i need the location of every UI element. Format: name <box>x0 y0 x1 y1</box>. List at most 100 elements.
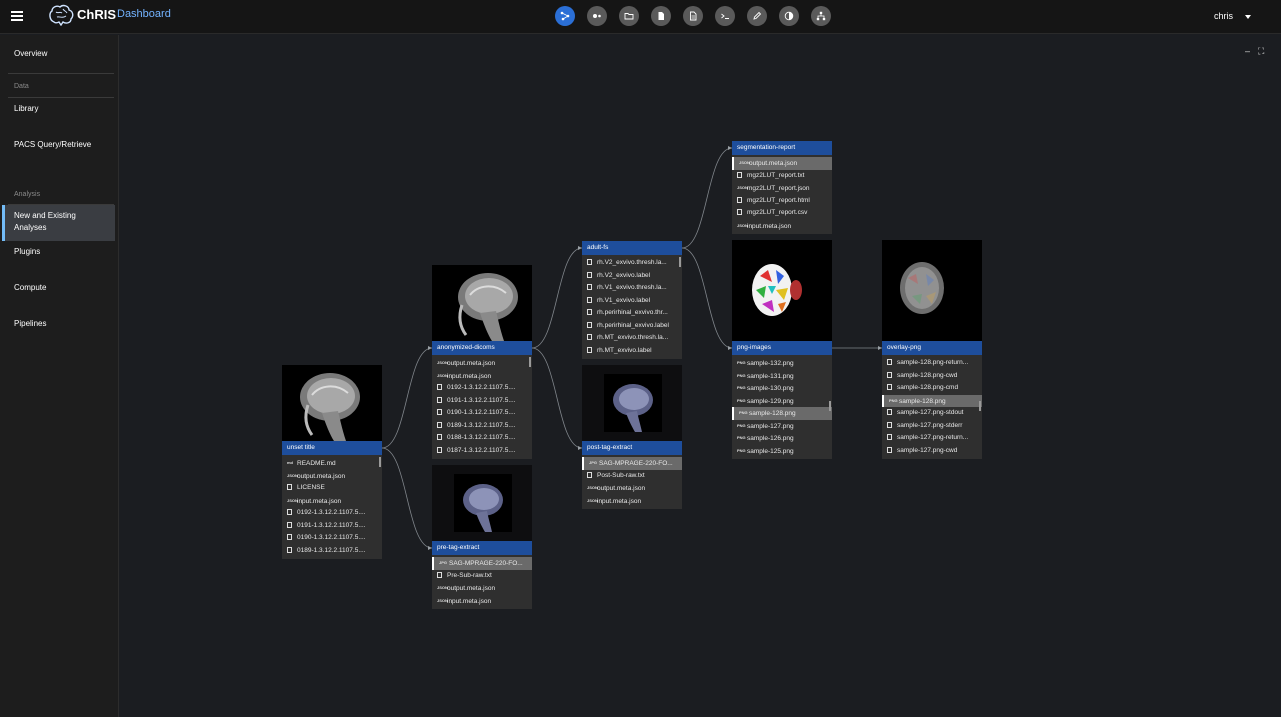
file-item[interactable]: 0188-1.3.12.2.1107.5.... <box>432 432 532 445</box>
node-unset-title[interactable]: unset title md README.md JSONoutput.meta.j… <box>282 365 382 559</box>
file-icon <box>587 284 592 291</box>
file-item[interactable]: rh.MT_exvivo.thresh.la... <box>582 332 682 345</box>
node-title[interactable]: pre-tag-extract <box>432 541 532 555</box>
file-item[interactable]: PNGsample-128.png <box>732 407 832 420</box>
node-title[interactable]: anonymized-dicoms <box>432 341 532 355</box>
file-item[interactable]: md README.md <box>282 457 382 470</box>
file-item[interactable]: 0192-1.3.12.2.1107.5.... <box>282 507 382 520</box>
file-item[interactable]: PNGsample-132.png <box>732 357 832 370</box>
node-pre-tag-extract[interactable]: pre-tag-extract JPG SAG-MPRAGE-220-FO... P… <box>432 465 532 609</box>
file-item[interactable]: JPG SAG-MPRAGE-220-FO... <box>432 557 532 570</box>
file-item[interactable]: rh.V1_exvivo.label <box>582 295 682 308</box>
file-item[interactable]: JSONinput.meta.json <box>732 220 832 233</box>
mri-thumbnail-image <box>454 474 512 532</box>
file-icon <box>887 421 892 428</box>
file-icon <box>587 471 592 478</box>
file-item[interactable]: rh.perirhinal_exvivo.thr... <box>582 307 682 320</box>
file-item[interactable]: rh.perirhinal_exvivo.label <box>582 320 682 333</box>
file-item[interactable]: JSONoutput.meta.json <box>432 582 532 595</box>
file-name: sample-127.png-cwd <box>897 446 958 454</box>
file-item[interactable]: 0191-1.3.12.2.1107.5.... <box>282 520 382 533</box>
file-icon <box>737 209 742 216</box>
scrollbar[interactable] <box>379 457 381 467</box>
file-name: sample-128.png-return... <box>897 359 969 366</box>
file-item[interactable]: PNGsample-128.png <box>882 394 982 407</box>
json-file-icon: JSON <box>737 222 748 228</box>
node-adult-fs[interactable]: adult-fs rh.V2_exvivo.thresh.la... rh.V2_… <box>582 241 682 359</box>
file-name: rh.V2_exvivo.label <box>597 271 651 279</box>
file-item[interactable]: sample-128.png-return... <box>882 357 982 370</box>
scrollbar[interactable] <box>529 357 531 367</box>
file-item[interactable]: rh.V2_exvivo.label <box>582 270 682 283</box>
file-item[interactable]: JSONoutput.meta.json <box>282 470 382 483</box>
node-title[interactable]: unset title <box>282 441 382 455</box>
file-name: 0192-1.3.12.2.1107.5.... <box>447 384 516 391</box>
file-item[interactable]: PNGsample-127.png <box>732 420 832 433</box>
file-item[interactable]: JSONinput.meta.json <box>432 595 532 608</box>
scrollbar[interactable] <box>829 401 831 411</box>
file-item[interactable]: JSONoutput.meta.json <box>732 157 832 170</box>
file-item[interactable]: PNGsample-130.png <box>732 382 832 395</box>
file-name: sample-127.png-return... <box>897 434 969 441</box>
file-item[interactable]: mgz2LUT_report.txt <box>732 170 832 183</box>
json-file-icon: JSON <box>587 497 598 503</box>
file-item[interactable]: JSONmgz2LUT_report.json <box>732 182 832 195</box>
node-post-tag-extract[interactable]: post-tag-extract JPG SAG-MPRAGE-220-FO...… <box>582 365 682 509</box>
file-name: output.meta.json <box>297 472 346 480</box>
file-item[interactable]: 0189-1.3.12.2.1107.5.... <box>282 545 382 558</box>
node-png-images[interactable]: png-images PNGsample-132.png PNGsample-13… <box>732 240 832 459</box>
file-name: Post-Sub-raw.txt <box>597 471 645 479</box>
file-icon <box>737 171 742 178</box>
file-item[interactable]: sample-127.png-return... <box>882 432 982 445</box>
file-item[interactable]: 0190-1.3.12.2.1107.5.... <box>282 532 382 545</box>
file-item[interactable]: PNGsample-131.png <box>732 370 832 383</box>
node-segmentation-report[interactable]: segmentation-report JSONoutput.meta.json… <box>732 141 832 234</box>
file-item[interactable]: JSONinput.meta.json <box>282 495 382 508</box>
file-item[interactable]: JSONoutput.meta.json <box>432 357 532 370</box>
file-item[interactable]: rh.V1_exvivo.thresh.la... <box>582 282 682 295</box>
file-item[interactable]: sample-128.png-cwd <box>882 370 982 383</box>
scrollbar[interactable] <box>979 401 981 411</box>
file-item[interactable]: rh.MT_exvivo.label <box>582 345 682 358</box>
file-item[interactable]: sample-128.png-cmd <box>882 382 982 395</box>
file-list: PNGsample-132.png PNGsample-131.png PNGsam… <box>732 355 832 459</box>
file-item[interactable]: 0187-1.3.12.2.1107.5.... <box>432 445 532 458</box>
scrollbar[interactable] <box>679 257 681 267</box>
node-title[interactable]: png-images <box>732 341 832 355</box>
file-item[interactable]: Post-Sub-raw.txt <box>582 470 682 483</box>
node-title[interactable]: segmentation-report <box>732 141 832 155</box>
node-thumbnail <box>432 265 532 341</box>
file-item[interactable]: 0190-1.3.12.2.1107.5.... <box>432 407 532 420</box>
node-title[interactable]: overlay-png <box>882 341 982 355</box>
json-file-icon: JSON <box>737 185 748 190</box>
file-item[interactable]: sample-127.png-stdout <box>882 407 982 420</box>
file-item[interactable]: 0191-1.3.12.2.1107.5.... <box>432 395 532 408</box>
png-file-icon: PNG <box>739 410 748 415</box>
file-item[interactable]: Pre-Sub-raw.txt <box>432 570 532 583</box>
file-item[interactable]: mgz2LUT_report.csv <box>732 207 832 220</box>
file-item[interactable]: PNGsample-129.png <box>732 395 832 408</box>
node-thumbnail <box>732 240 832 341</box>
file-item[interactable]: JSONoutput.meta.json <box>582 482 682 495</box>
node-overlay-png[interactable]: overlay-png sample-128.png-return... samp… <box>882 240 982 459</box>
file-item[interactable]: PNGsample-126.png <box>732 432 832 445</box>
file-item[interactable]: rh.V2_exvivo.thresh.la... <box>582 257 682 270</box>
node-anonymized-dicoms[interactable]: anonymized-dicoms JSONoutput.meta.json JS… <box>432 265 532 459</box>
file-item[interactable]: sample-127.png-stderr <box>882 420 982 433</box>
file-item[interactable]: 0189-1.3.12.2.1107.5.... <box>432 420 532 433</box>
file-item[interactable]: 0192-1.3.12.2.1107.5.... <box>432 382 532 395</box>
file-item[interactable]: LICENSE <box>282 482 382 495</box>
file-item[interactable]: JSONinput.meta.json <box>432 370 532 383</box>
node-title[interactable]: adult-fs <box>582 241 682 255</box>
file-item[interactable]: mgz2LUT_report.html <box>732 195 832 208</box>
json-file-icon: JSON <box>437 585 448 590</box>
png-file-icon: PNG <box>737 385 746 390</box>
node-title[interactable]: post-tag-extract <box>582 441 682 455</box>
file-item[interactable]: JSONinput.meta.json <box>582 495 682 508</box>
file-item[interactable]: PNGsample-125.png <box>732 445 832 458</box>
file-item[interactable]: sample-127.png-cwd <box>882 445 982 458</box>
file-icon <box>287 546 292 553</box>
file-item[interactable]: JPG SAG-MPRAGE-220-FO... <box>582 457 682 470</box>
file-name: output.meta.json <box>447 584 496 592</box>
png-file-icon: PNG <box>737 360 746 365</box>
